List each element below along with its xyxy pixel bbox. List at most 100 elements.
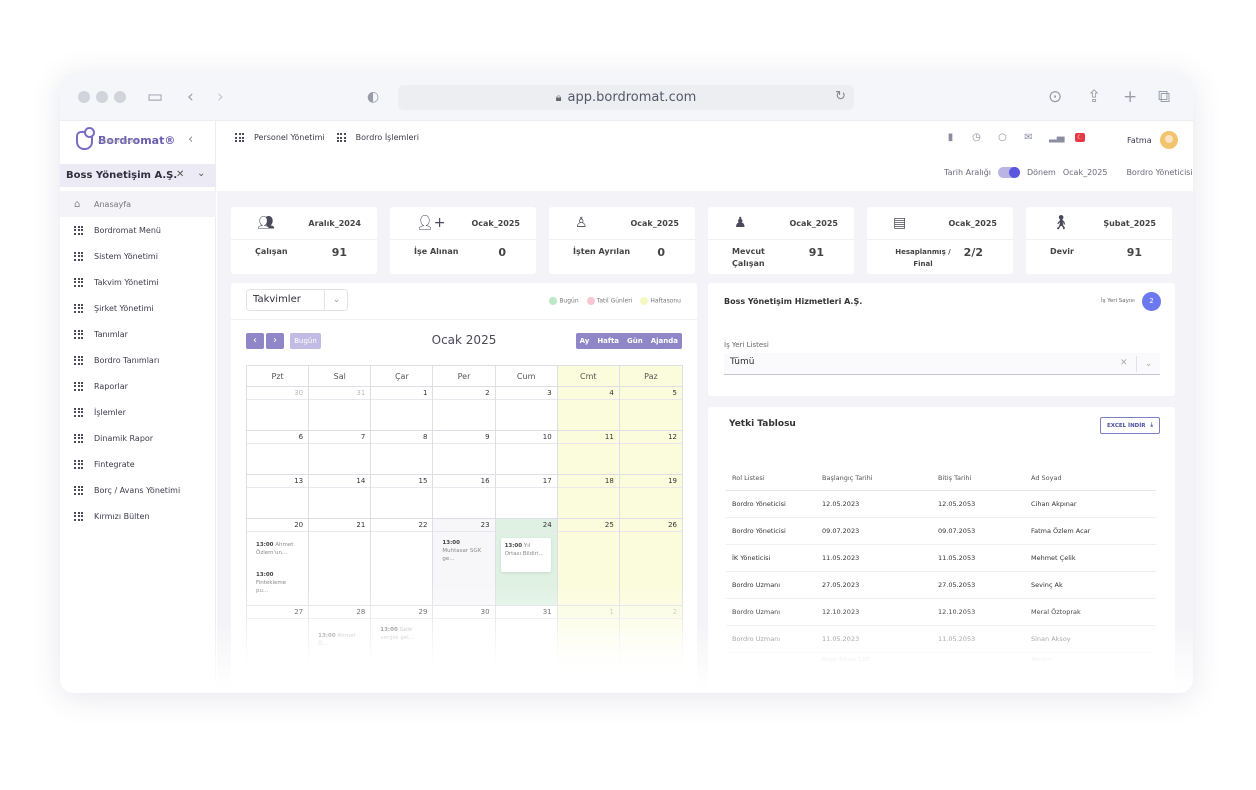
sidebar-item-takvim-yonetimi[interactable]: Takvim Yönetimi <box>60 269 216 295</box>
calendar-day[interactable]: 15 <box>371 475 434 519</box>
book-icon[interactable]: ▮ <box>945 132 956 143</box>
turkey-flag-icon[interactable]: ☾ <box>1075 133 1085 142</box>
sidebar-item-kirmizi-bulten[interactable]: Kırmızı Bülten <box>60 503 216 529</box>
sidebar-item-fintegrate[interactable]: Fintegrate <box>60 451 216 477</box>
calendar-event[interactable]: 13:00 Fintekleme pu... <box>256 571 300 595</box>
sidebar-item-bordromat-menu[interactable]: Bordromat Menü <box>60 217 216 243</box>
calendar-day[interactable]: 18 <box>557 475 620 519</box>
sidebar-toggle-icon[interactable]: ▭ <box>147 87 163 107</box>
maximize-dot[interactable] <box>114 91 126 103</box>
sidebar-item-dinamik-rapor[interactable]: Dinamik Rapor <box>60 425 216 451</box>
stat-card-devir[interactable]: 🚶︎ Şubat_2025 Devir 91 <box>1026 207 1172 274</box>
clear-icon[interactable]: ✕ <box>1120 358 1128 368</box>
breadcrumb-personel[interactable]: Personel Yönetimi <box>254 133 325 142</box>
mail-icon[interactable]: ✉ <box>1023 132 1034 143</box>
circle-icon[interactable]: ○ <box>997 132 1008 143</box>
sidebar-item-anasayfa[interactable]: ⌂ Anasayfa <box>60 191 216 217</box>
url-bar[interactable]: 🔒︎ app.bordromat.com ↻ <box>398 85 854 110</box>
sidebar-item-sirket-yonetimi[interactable]: Şirket Yönetimi <box>60 295 216 321</box>
calendar-day[interactable]: 12 <box>619 431 682 475</box>
new-tab-icon[interactable]: + <box>1123 87 1137 107</box>
calendar-day[interactable]: 31 <box>309 387 372 431</box>
chevron-down-icon[interactable]: ⌄ <box>1136 356 1160 372</box>
stat-card-ise-alinan[interactable]: 👤︎+ Ocak_2025 İşe Alınan 0 <box>390 207 536 274</box>
calendar-day[interactable]: 5 <box>619 387 682 431</box>
calendar-day[interactable]: 1 <box>371 387 434 431</box>
calendar-day[interactable]: 13 <box>247 475 310 519</box>
calendar-event[interactable]: 13:00 Ahmet Ö... <box>318 632 362 648</box>
back-icon[interactable]: ‹ <box>187 87 194 107</box>
calendar-day[interactable]: 26 <box>619 519 682 606</box>
share-icon[interactable]: ⇪ <box>1087 87 1101 107</box>
calendar-event[interactable]: 13:00 Gelir vergisi gel... <box>380 626 424 642</box>
calendar-day[interactable]: 31 <box>495 606 558 693</box>
calendar-day[interactable]: 7 <box>309 431 372 475</box>
download-icon[interactable]: ⊙ <box>1048 87 1062 107</box>
table-row[interactable]: İK Yöneticisi 11.05.2023 11.05.2053 Mehmet … <box>726 545 1156 572</box>
calendar-day[interactable]: 8 <box>371 431 434 475</box>
close-dot[interactable] <box>78 91 90 103</box>
calendar-day[interactable]: 21 <box>309 519 372 606</box>
calendar-day[interactable]: 2 <box>433 387 496 431</box>
view-day[interactable]: Gün <box>623 333 647 349</box>
calendar-select[interactable]: Takvimler ⌄ <box>246 289 348 311</box>
breadcrumb-bordro[interactable]: Bordro İşlemleri <box>356 133 419 142</box>
calendar-day[interactable]: 27 <box>247 606 310 693</box>
calendar-day[interactable]: 30 <box>247 387 310 431</box>
company-selector[interactable]: Boss Yönetişim A.Ş. ✕ ⌄ <box>60 164 216 187</box>
calendar-day[interactable]: 20 13:00 Ahmet Özlem'un... 13:00 Fintekl… <box>247 519 310 606</box>
calendar-day[interactable]: 9 <box>433 431 496 475</box>
sidebar-item-bordro-tanimlari[interactable]: Bordro Tanımları <box>60 347 216 373</box>
calendar-day[interactable]: 28 13:00 Ahmet Ö... <box>309 606 372 693</box>
calendar-day[interactable]: 1 <box>557 606 620 693</box>
view-agenda[interactable]: Ajanda <box>647 333 682 349</box>
calendar-day[interactable]: 17 <box>495 475 558 519</box>
sidebar-item-borc-avans[interactable]: Borç / Avans Yönetimi <box>60 477 216 503</box>
minimize-dot[interactable] <box>96 91 108 103</box>
stat-card-calisan[interactable]: 👥︎ Aralık_2024 Çalışan 91 <box>231 207 377 274</box>
clear-company-icon[interactable]: ✕ <box>176 169 184 180</box>
calendar-day[interactable]: 14 <box>309 475 372 519</box>
period-toggle[interactable] <box>998 167 1020 178</box>
view-week[interactable]: Hafta <box>593 333 623 349</box>
sidebar-item-raporlar[interactable]: Raporlar <box>60 373 216 399</box>
shield-icon[interactable]: ◐ <box>367 87 379 107</box>
chart-icon[interactable]: ▂▄ <box>1049 132 1064 143</box>
calendar-event[interactable]: 13:00 Ahmet Özlem'un... <box>256 541 300 557</box>
table-row[interactable]: Bordro Uzmanı 12.10.2023 12.10.2053 Meral Ö… <box>726 599 1156 626</box>
calendar-day[interactable]: 29 13:00 Gelir vergisi gel... <box>371 606 434 693</box>
table-row[interactable]: Bordro Yöneticisi 09.07.2023 09.07.2053 Fat… <box>726 518 1156 545</box>
period-value[interactable]: Ocak_2025 <box>1063 168 1108 177</box>
calendar-day[interactable]: 2 <box>619 606 682 693</box>
calendar-event[interactable]: 13:00 Muhtasar SGK ge... <box>442 539 486 563</box>
history-icon[interactable]: ◷ <box>971 132 982 143</box>
excel-download-button[interactable]: EXCEL İNDİR ⤓ <box>1100 417 1160 434</box>
collapse-sidebar-icon[interactable]: ‹ <box>188 132 193 147</box>
stat-card-mevcut-calisan[interactable]: ♟ Ocak_2025 Mevcut Çalışan 91 <box>708 207 854 274</box>
stat-card-isten-ayrilan[interactable]: ♙ Ocak_2025 İşten Ayrılan 0 <box>549 207 695 274</box>
stat-card-hesaplanmis[interactable]: ▤ Ocak_2025 Hesaplanmış / Final 2/2 <box>867 207 1013 274</box>
tabs-icon[interactable]: ⧉ <box>1158 87 1170 107</box>
table-row[interactable]: Bordro Yöneticisi 12.05.2023 12.05.2053 Cih… <box>726 491 1156 518</box>
calendar-day-today[interactable]: 24 13:00 Yıl Ortası Bildiri... <box>495 519 558 606</box>
sidebar-item-tanimlar[interactable]: Tanımlar <box>60 321 216 347</box>
calendar-day[interactable]: 22 <box>371 519 434 606</box>
chevron-down-icon[interactable]: ⌄ <box>197 168 205 179</box>
user-menu[interactable]: Fatma <box>1127 131 1178 149</box>
calendar-event[interactable]: 13:00 Yıl Ortası Bildiri... <box>500 538 551 572</box>
calendar-day[interactable]: 10 <box>495 431 558 475</box>
calendar-day[interactable]: 25 <box>557 519 620 606</box>
calendar-day[interactable]: 6 <box>247 431 310 475</box>
calendar-day[interactable]: 3 <box>495 387 558 431</box>
sidebar-item-sistem-yonetimi[interactable]: Sistem Yönetimi <box>60 243 216 269</box>
table-row[interactable]: Bordro Uzmanı 27.05.2023 27.05.2053 Sevinç … <box>726 572 1156 599</box>
table-row[interactable]: Bordro Uzmanı 11.05.2023 11.05.2053 Sinan A… <box>726 626 1156 653</box>
calendar-day[interactable]: 19 <box>619 475 682 519</box>
calendar-day[interactable]: 4 <box>557 387 620 431</box>
calendar-day[interactable]: 30 <box>433 606 496 693</box>
forward-icon[interactable]: › <box>217 87 224 107</box>
reload-icon[interactable]: ↻ <box>835 89 846 104</box>
calendar-day[interactable]: 23 13:00 Muhtasar SGK ge... <box>433 519 496 606</box>
view-month[interactable]: Ay <box>576 333 594 349</box>
calendar-day[interactable]: 16 <box>433 475 496 519</box>
